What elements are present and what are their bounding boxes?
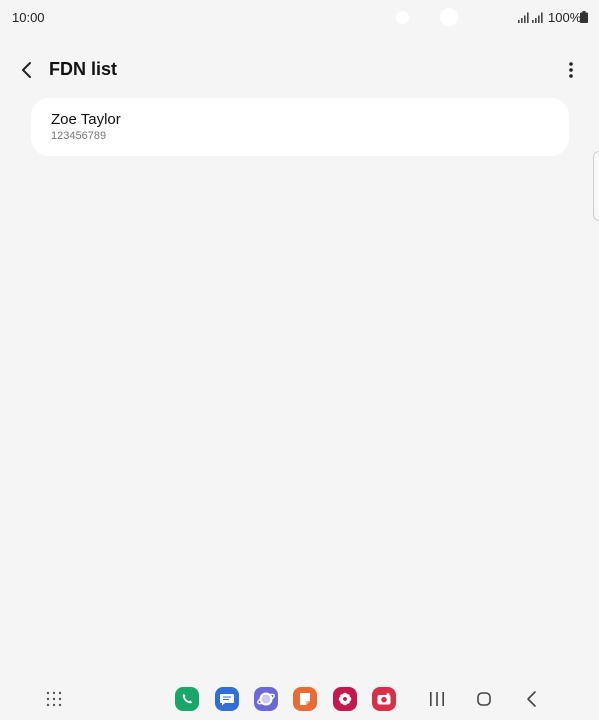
edge-panel-handle[interactable]	[593, 151, 599, 221]
camera-app-icon[interactable]	[372, 687, 396, 711]
camera-cutout-main	[440, 8, 458, 26]
app-header: FDN list	[0, 50, 599, 90]
signal-icon	[518, 12, 529, 23]
camera-cutout	[396, 11, 409, 24]
status-bar: 10:00 100%	[0, 0, 599, 34]
battery-level: 100%	[548, 10, 582, 25]
back-icon[interactable]	[522, 689, 542, 709]
messages-app-icon[interactable]	[215, 687, 239, 711]
page-title: FDN list	[49, 59, 118, 79]
home-icon[interactable]	[474, 689, 494, 709]
more-vertical-icon[interactable]	[561, 58, 581, 82]
back-chevron-icon[interactable]	[16, 58, 40, 82]
battery-icon	[580, 11, 588, 23]
fdn-list: Zoe Taylor 123456789	[31, 98, 569, 156]
status-time: 10:00	[12, 10, 45, 25]
bottom-bar	[0, 680, 599, 720]
apps-grid-icon[interactable]	[45, 690, 63, 708]
list-item[interactable]: Zoe Taylor 123456789	[31, 98, 569, 156]
signal-icon	[532, 12, 543, 23]
contact-number: 123456789	[51, 130, 107, 142]
phone-app-icon[interactable]	[175, 687, 199, 711]
contact-name: Zoe Taylor	[51, 111, 121, 128]
bixby-app-icon[interactable]	[333, 687, 357, 711]
notes-app-icon[interactable]	[293, 687, 317, 711]
recents-icon[interactable]	[428, 690, 446, 708]
internet-app-icon[interactable]	[254, 687, 278, 711]
